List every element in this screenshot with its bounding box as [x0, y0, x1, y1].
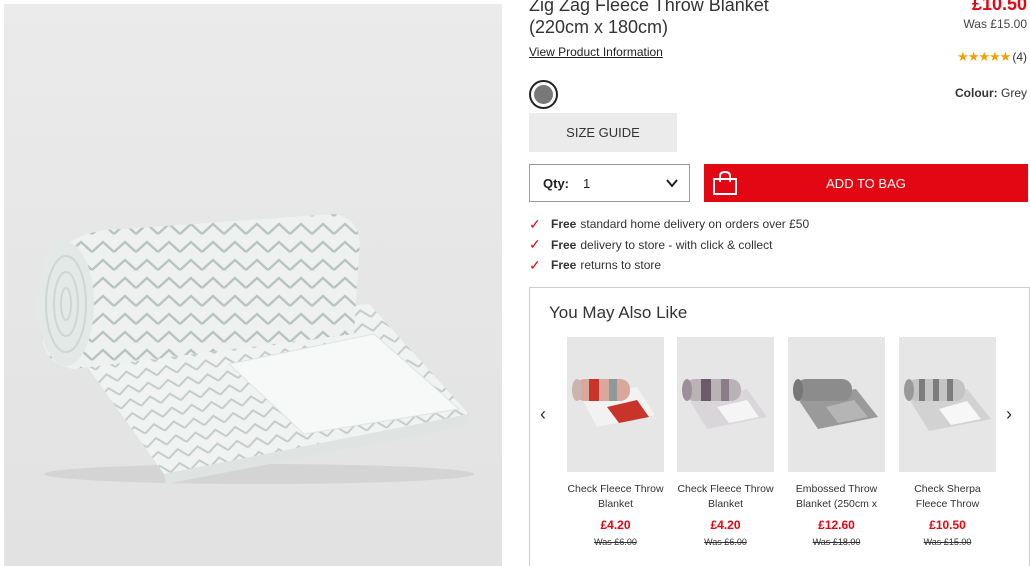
product-thumbnail[interactable] — [677, 337, 774, 472]
recommendation-card[interactable]: Check Sherpa Fleece Throw £10.50 Was £15… — [899, 337, 996, 547]
purple-check-blanket-image — [677, 337, 774, 472]
delivery-text: returns to store — [580, 258, 662, 273]
checkmark-icon: ✓ — [529, 256, 541, 273]
product-title-line1: Zig Zag Fleece Throw Blanket — [529, 0, 769, 15]
delivery-text: delivery to store - with click & collect — [580, 237, 773, 252]
star-icon: ★ — [957, 49, 969, 64]
section-title: You May Also Like — [549, 303, 688, 322]
product-thumbnail[interactable] — [567, 337, 664, 472]
delivery-bold: Free — [551, 217, 577, 232]
zig-zag-blanket-image — [38, 214, 474, 484]
product-was-price: Was £15.00 — [963, 17, 1027, 31]
sherpa-check-throw-image — [899, 337, 996, 472]
delivery-item: ✓ Free returns to store — [529, 255, 809, 276]
delivery-item: ✓ Free standard home delivery on orders … — [529, 214, 809, 235]
product-price: £4.20 — [710, 518, 741, 532]
delivery-info-list: ✓ Free standard home delivery on orders … — [529, 214, 809, 276]
colour-label-text: Colour: — [954, 86, 998, 100]
you-may-also-like-section: You May Also Like ‹ › Check Fleece Throw… — [529, 287, 1030, 566]
colour-swatch-grey[interactable] — [529, 80, 558, 109]
star-icon: ★ — [978, 49, 990, 64]
product-thumbnail[interactable] — [899, 337, 996, 472]
product-price: £10.50 — [929, 518, 966, 532]
product-name[interactable]: Embossed Throw Blanket (250cm x — [788, 482, 885, 512]
product-price: £10.50 — [971, 0, 1027, 14]
add-to-bag-label: ADD TO BAG — [826, 176, 906, 191]
chevron-right-icon[interactable]: › — [1006, 404, 1012, 425]
product-was-price: Was £15.00 — [923, 537, 972, 547]
qty-label: Qty: — [543, 175, 569, 191]
colour-label: Colour: Grey — [955, 86, 1027, 100]
delivery-item: ✓ Free delivery to store - with click & … — [529, 235, 809, 256]
view-product-information-link[interactable]: View Product Information — [529, 45, 663, 59]
recommendation-card[interactable]: Check Fleece Throw Blanket £4.20 Was £6.… — [677, 337, 774, 547]
product-image[interactable] — [4, 4, 502, 566]
product-thumbnail[interactable] — [788, 337, 885, 472]
qty-value: 1 — [583, 175, 591, 191]
quantity-select[interactable]: Qty: 1 — [529, 164, 690, 202]
product-title-line2: (220cm x 180cm) — [529, 17, 669, 37]
swatch-fill — [534, 85, 553, 104]
chevron-left-icon[interactable]: ‹ — [540, 404, 546, 425]
delivery-bold: Free — [551, 237, 577, 252]
add-to-bag-button[interactable]: ADD TO BAG — [704, 164, 1028, 202]
star-icon: ★ — [989, 49, 1001, 64]
product-name[interactable]: Check Sherpa Fleece Throw — [899, 482, 996, 512]
delivery-bold: Free — [551, 258, 577, 273]
recommendation-card[interactable]: Check Fleece Throw Blanket £4.20 Was £6.… — [567, 337, 664, 547]
colour-value: Grey — [1000, 86, 1027, 100]
rating-stars[interactable]: ★★★★★ (4) — [957, 49, 1027, 65]
size-guide-button[interactable]: SIZE GUIDE — [529, 113, 677, 152]
embossed-grey-throw-image — [788, 337, 885, 472]
product-was-price: Was £6.00 — [594, 537, 637, 547]
product-title: Zig Zag Fleece Throw Blanket (220cm x 18… — [529, 0, 829, 38]
recommendation-card[interactable]: Embossed Throw Blanket (250cm x £12.60 W… — [788, 337, 885, 547]
product-name[interactable]: Check Fleece Throw Blanket — [567, 482, 664, 512]
review-count[interactable]: (4) — [1012, 50, 1027, 64]
checkmark-icon: ✓ — [529, 215, 541, 232]
chevron-down-icon — [666, 179, 678, 188]
star-icon: ★ — [999, 49, 1012, 64]
red-check-blanket-image — [567, 337, 664, 472]
product-was-price: Was £6.00 — [704, 537, 747, 547]
product-price: £12.60 — [818, 518, 855, 532]
product-price: £4.20 — [600, 518, 631, 532]
checkmark-icon: ✓ — [529, 236, 541, 253]
product-was-price: Was £18.00 — [812, 537, 861, 547]
delivery-text: standard home delivery on orders over £5… — [580, 217, 810, 232]
star-icon: ★ — [967, 49, 980, 64]
product-name[interactable]: Check Fleece Throw Blanket — [677, 482, 774, 512]
